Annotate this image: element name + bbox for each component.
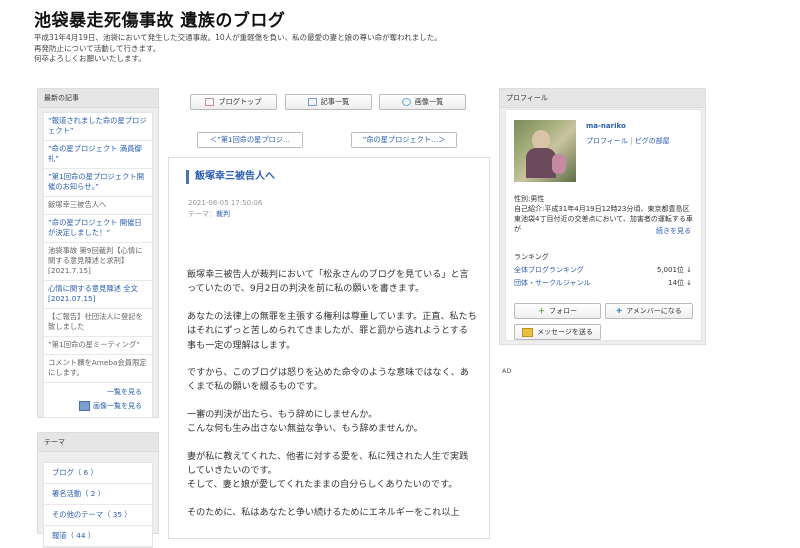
ranking-label: 全体ブログランキング [514, 266, 584, 274]
recent-articles-list: ”報道されました命の星プロジェクト” ”命の星プロジェクト 満員御礼” ”第1回… [43, 112, 153, 418]
theme-list: ブログ（ 6 ） 署名活動（ 2 ） その他のテーマ（ 35 ） 報道（ 44 … [43, 462, 153, 548]
amember-label: アメンバーになる [626, 307, 682, 315]
message-button[interactable]: メッセージを送る [514, 324, 601, 340]
article-date: 2021-08-05 17:50:06 [188, 199, 263, 207]
article-meta: 2021-08-05 17:50:06 テーマ：裁判 [188, 198, 262, 220]
article-paragraph: そのために、私はあなたと争い続けるためにエネルギーをこれ以上 [187, 507, 460, 518]
read-more-link[interactable]: 続きを見る [656, 226, 691, 236]
plus-icon: ＋ [538, 307, 545, 315]
ranking-value: 14位 ↓ [668, 279, 692, 287]
recent-articles-box: 最新の記事 ”報道されました命の星プロジェクト” ”命の星プロジェクト 満員御礼… [37, 88, 159, 418]
recent-article-link[interactable]: 飯塚幸三被告人へ [44, 197, 152, 215]
profile-heading: プロフィール [500, 89, 705, 108]
amember-icon: ✚ [616, 307, 623, 315]
profile-name[interactable]: ma-nariko [586, 122, 626, 130]
recent-article-link[interactable]: 池袋事故 第9回裁判【心情に関する意見陳述と求刑】[2021.7.15] [44, 243, 152, 281]
ranking-value: 5,001位 ↓ [656, 266, 692, 274]
profile-panel: ma-nariko プロフィール | ピグの部屋 性別:男性 自己紹介:平成31… [505, 109, 702, 341]
view-images-link[interactable]: 画像一覧を見る [44, 399, 152, 417]
recent-article-link[interactable]: ”命の星プロジェクト 満員御礼” [44, 141, 152, 169]
ad-label: AD [502, 367, 512, 375]
image-list-label: 画像一覧 [414, 97, 444, 106]
theme-link[interactable]: 裁判 [216, 210, 230, 218]
profile-box: プロフィール ma-nariko プロフィール | ピグの部屋 性別:男性 自己… [499, 88, 706, 345]
theme-heading: テーマ [38, 433, 158, 452]
amember-button[interactable]: ✚ アメンバーになる [605, 303, 693, 319]
profile-links: プロフィール | ピグの部屋 [586, 137, 670, 145]
follow-button[interactable]: ＋ フォロー [514, 303, 601, 319]
article-paragraph: 一審の判決が出たら、もう辞めにしませんか。 こんな何も生み出さない無益な争い、も… [187, 409, 423, 435]
ranking-row[interactable]: 団体・サークルジャンル 14位 ↓ [514, 278, 692, 288]
article-list-button[interactable]: 記事一覧 [285, 94, 372, 110]
image-list-button[interactable]: 画像一覧 [379, 94, 466, 110]
avatar[interactable] [514, 120, 576, 182]
recent-article-link[interactable]: ”第1回命の星プロジェクト開催のお知らせ。” [44, 169, 152, 197]
image-icon [79, 401, 90, 411]
ranking-row[interactable]: 全体ブログランキング 5,001位 ↓ [514, 265, 692, 275]
home-icon [205, 98, 215, 106]
profile-link[interactable]: プロフィール [586, 137, 628, 145]
article-theme: テーマ：裁判 [188, 209, 262, 220]
theme-label: テーマ： [188, 210, 216, 218]
prev-article-link[interactable]: ＜”第1回命の星プロジ… [197, 132, 303, 148]
theme-link[interactable]: その他のテーマ（ 35 ） [44, 505, 152, 526]
image-icon [401, 98, 411, 106]
article-card: 飯塚幸三被告人へ 2021-08-05 17:50:06 テーマ：裁判 飯塚幸三… [168, 157, 490, 539]
view-images-label: 画像一覧を見る [93, 402, 142, 410]
recent-article-link[interactable]: 【ご報告】社団法人に登記を致しました [44, 309, 152, 337]
blog-title[interactable]: 池袋暴走死傷事故 遺族のブログ [34, 6, 285, 31]
blog-top-button[interactable]: ブログトップ [190, 94, 277, 110]
message-label: メッセージを送る [537, 328, 593, 336]
theme-link[interactable]: 報道（ 44 ） [44, 526, 152, 547]
recent-article-link[interactable]: ”報道されました命の星プロジェクト” [44, 113, 152, 141]
description-line: 平成31年4月19日、池袋において発生した交通事故。10人が重軽傷を負い、私の最… [34, 33, 442, 42]
mail-icon [522, 327, 534, 337]
article-paragraph: 飯塚幸三被告人が裁判において「松永さんのブログを見ている」と言っていたので、9月… [187, 270, 469, 295]
article-list-label: 記事一覧 [320, 97, 350, 106]
description-line: 何卒よろしくお願いいたします。 [34, 54, 146, 63]
recent-article-link[interactable]: ”第1回命の星ミーティング” [44, 337, 152, 355]
blog-description: 平成31年4月19日、池袋において発生した交通事故。10人が重軽傷を負い、私の最… [34, 33, 594, 65]
article-body: 飯塚幸三被告人が裁判において「松永さんのブログを見ている」と言っていたので、9月… [187, 268, 477, 533]
article-paragraph: ですから、このブログは怒りを込めた命令のような意味ではなく、あくまで私の願いを綴… [187, 368, 469, 393]
recent-articles-heading: 最新の記事 [38, 89, 158, 108]
follow-label: フォロー [549, 307, 577, 315]
article-paragraph: 妻が私に教えてくれた、他者に対する愛を、私に残された人生で実践していきたいのです… [187, 451, 469, 491]
article-title[interactable]: 飯塚幸三被告人へ [186, 170, 275, 184]
ranking-title: ランキング [514, 253, 549, 261]
ranking-label: 団体・サークルジャンル [514, 279, 591, 287]
pigg-room-link[interactable]: ピグの部屋 [635, 137, 670, 145]
list-icon [307, 98, 317, 106]
view-list-link[interactable]: 一覧を見る [44, 383, 152, 399]
theme-link[interactable]: ブログ（ 6 ） [44, 463, 152, 484]
article-paragraph: あなたの法律上の無罪を主張する権利は尊重しています。正直、私たちはそれにずっと苦… [187, 311, 477, 351]
theme-link[interactable]: 署名活動（ 2 ） [44, 484, 152, 505]
recent-article-link[interactable]: 心情に関する意見陳述 全文 [2021.07.15] [44, 281, 152, 309]
next-article-link[interactable]: ”命の星プロジェクト…＞ [351, 132, 457, 148]
description-line: 再発防止について活動して行きます。 [34, 43, 161, 53]
recent-article-link[interactable]: コメント欄をAmeba会員限定にします。 [44, 355, 152, 383]
recent-article-link[interactable]: ”命の星プロジェクト 開催日が決定しました！” [44, 215, 152, 243]
theme-box: テーマ ブログ（ 6 ） 署名活動（ 2 ） その他のテーマ（ 35 ） 報道（… [37, 432, 159, 548]
blog-top-label: ブログトップ [218, 97, 262, 106]
